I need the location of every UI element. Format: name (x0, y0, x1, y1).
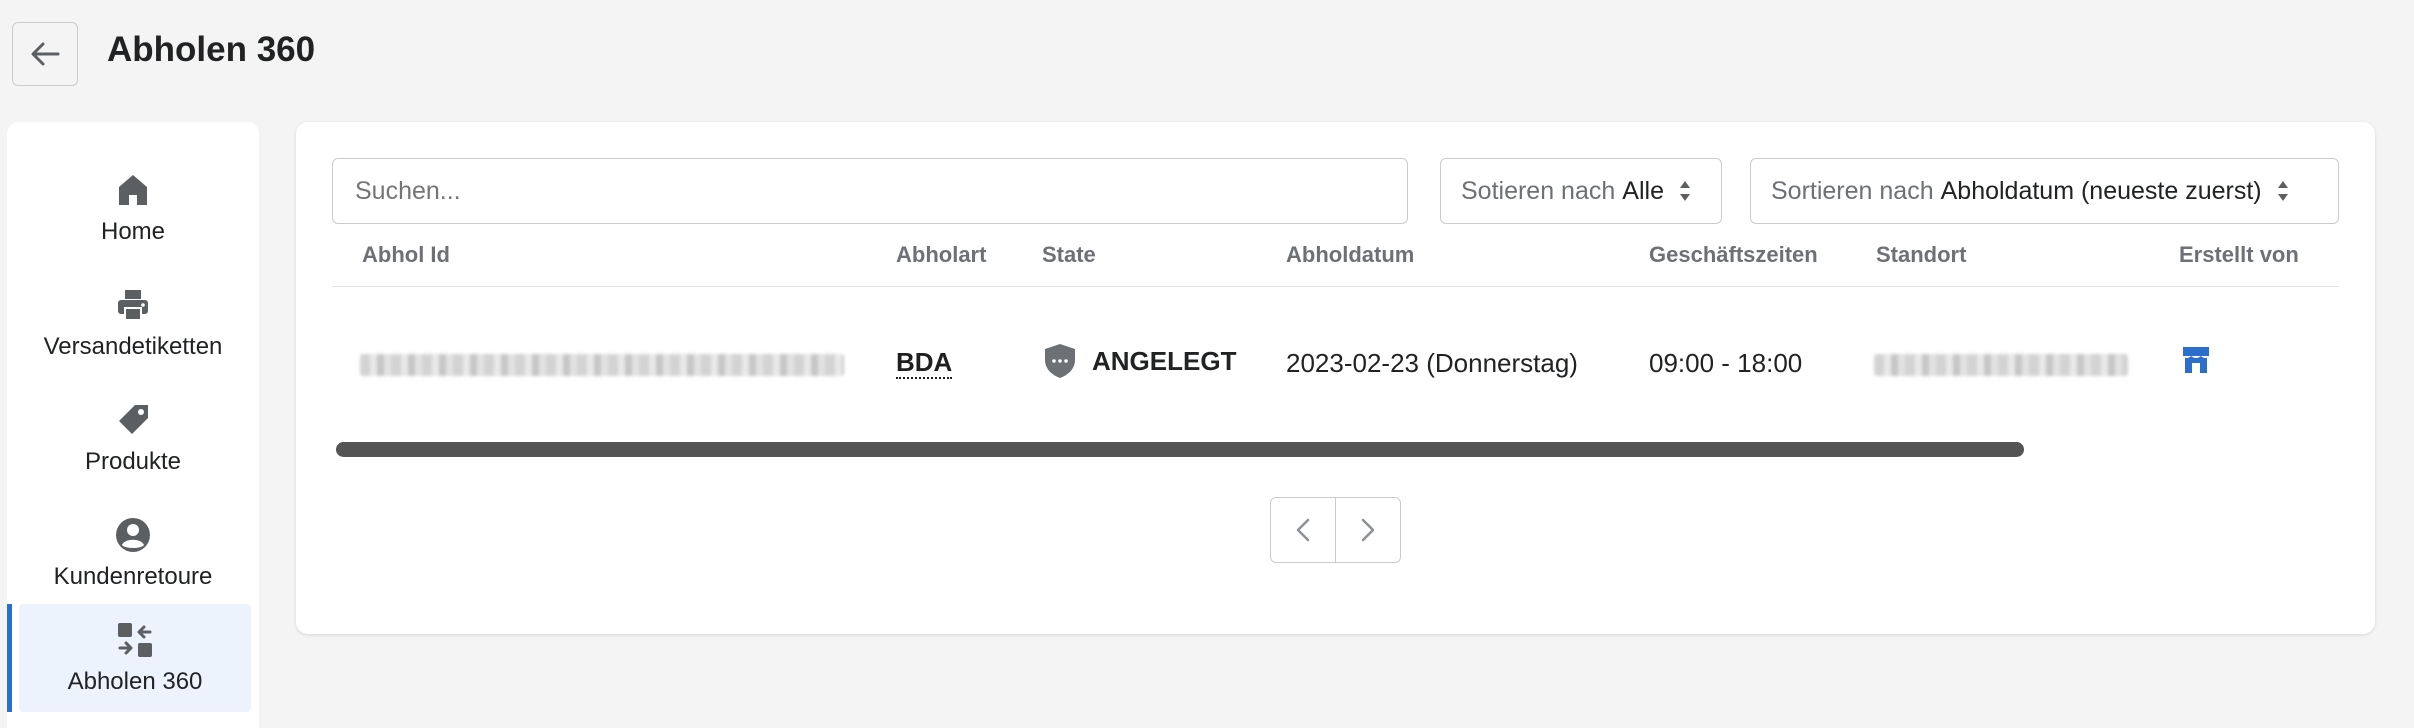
sidebar-item-produkte[interactable]: Produkte (7, 384, 259, 492)
chevron-left-icon (1296, 518, 1310, 542)
sidebar-item-label: Kundenretoure (53, 563, 213, 590)
sidebar: Home Versandetiketten Produkte Kundenret… (7, 122, 259, 728)
back-button[interactable] (12, 22, 78, 86)
sidebar-item-abholen-360[interactable]: Abholen 360 (7, 604, 251, 712)
chevron-right-icon (1361, 518, 1374, 542)
printer-icon (118, 290, 148, 321)
home-icon (119, 175, 147, 205)
active-indicator (7, 604, 12, 712)
sidebar-item-home[interactable]: Home (7, 154, 259, 262)
column-header-abholart[interactable]: Abholart (896, 242, 986, 268)
filter-value: Alle (1622, 176, 1664, 205)
filter-prefix: Sotieren nach (1461, 176, 1616, 205)
exchange-icon (118, 623, 152, 657)
shield-icon (1045, 344, 1075, 378)
column-header-state[interactable]: State (1042, 242, 1096, 268)
select-caret-icon (2277, 181, 2288, 201)
column-header-erstellt-von[interactable]: Erstellt von (2179, 242, 2299, 268)
column-header-standort[interactable]: Standort (1876, 242, 1966, 268)
sort-select[interactable]: Sortieren nach Abholdatum (neueste zuers… (1750, 158, 2339, 224)
tag-icon (119, 405, 148, 434)
pagination (1270, 497, 1401, 563)
store-icon (2183, 347, 2209, 373)
next-page-button[interactable] (1334, 497, 1401, 563)
main-card: Sotieren nach Alle Sortieren nach Abhold… (296, 122, 2375, 634)
sort-value: Abholdatum (neueste zuerst) (1940, 176, 2262, 205)
state-badge: ANGELEGT (1042, 342, 1236, 380)
sidebar-item-versandetiketten[interactable]: Versandetiketten (7, 269, 259, 377)
search-input[interactable] (332, 158, 1408, 224)
sidebar-item-kundenretoure[interactable]: Kundenretoure (7, 499, 259, 607)
sidebar-item-label: Versandetiketten (43, 333, 223, 360)
state-label: ANGELEGT (1092, 345, 1237, 376)
previous-page-button[interactable] (1270, 497, 1336, 563)
page-title: Abholen 360 (107, 30, 316, 69)
sidebar-item-label: Produkte (84, 448, 182, 475)
column-header-geschaeftszeiten[interactable]: Geschäftszeiten (1649, 242, 1818, 268)
sort-prefix: Sortieren nach (1771, 176, 1934, 205)
abholart-value[interactable]: BDA (896, 348, 953, 379)
abholdatum-value: 2023-02-23 (Donnerstag) (1286, 348, 1578, 378)
erstellt-von-cell[interactable] (2180, 344, 2212, 381)
redacted-abhol-id (360, 354, 844, 376)
select-caret-icon (1679, 181, 1690, 201)
status-filter-select[interactable]: Sotieren nach Alle (1440, 158, 1722, 224)
sidebar-item-label: Abholen 360 (67, 668, 203, 695)
table-header-divider (332, 286, 2339, 287)
user-circle-icon (116, 518, 150, 552)
column-header-abholdatum[interactable]: Abholdatum (1286, 242, 1414, 268)
geschaeftszeiten-value: 09:00 - 18:00 (1649, 348, 1803, 378)
sidebar-item-label: Home (100, 218, 166, 245)
horizontal-scrollbar[interactable] (336, 442, 2024, 457)
arrow-left-icon (31, 42, 60, 66)
redacted-standort (1874, 354, 2128, 376)
column-header-abhol-id[interactable]: Abhol Id (362, 242, 450, 268)
